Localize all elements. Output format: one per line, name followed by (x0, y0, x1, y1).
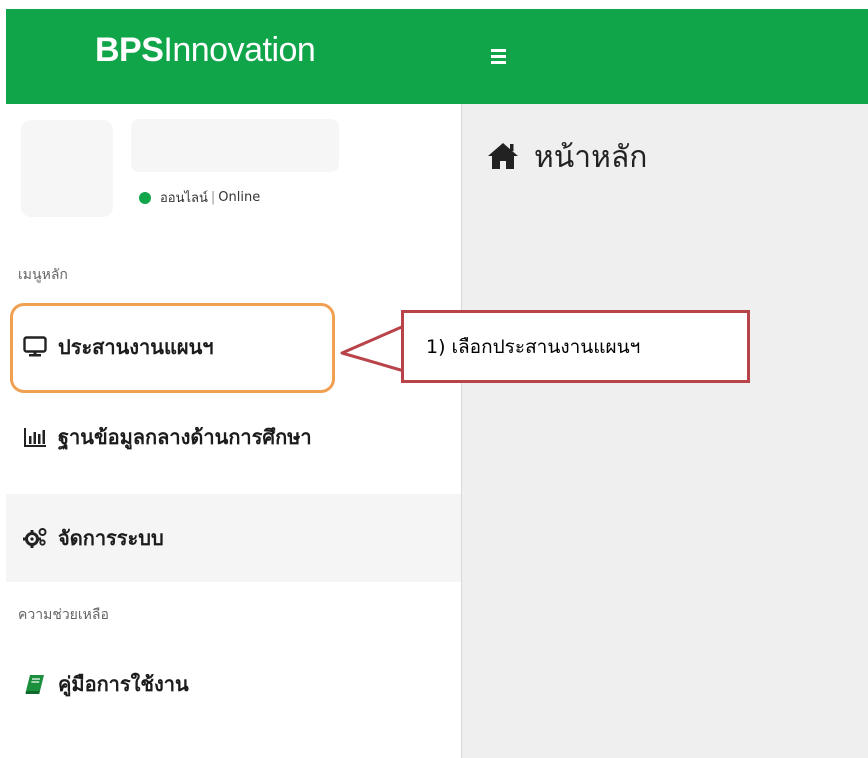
cogs-icon (23, 526, 47, 550)
user-name-placeholder (131, 119, 339, 172)
sidebar-item-education-database[interactable]: ฐานข้อมูลกลางด้านการศึกษา (6, 407, 461, 467)
sidebar-item-label: จัดการระบบ (58, 526, 164, 550)
bar-chart-icon (23, 425, 47, 449)
page-title-text: หน้าหลัก (534, 140, 648, 175)
status-en: Online (218, 190, 261, 205)
page-title: หน้าหลัก (486, 134, 647, 181)
status-dot-icon (139, 191, 151, 204)
sidebar-item-system-management[interactable]: จัดการระบบ (6, 494, 461, 582)
brand-logo[interactable]: BPSInnovation (6, 9, 461, 104)
sidebar-item-label: คู่มือการใช้งาน (58, 672, 189, 696)
online-status: ออนไลน์ | Online (139, 187, 260, 208)
main-menu-header: เมนูหลัก (18, 267, 68, 283)
brand-text: BPSInnovation (95, 31, 316, 70)
sidebar-item-label: ฐานข้อมูลกลางด้านการศึกษา (58, 425, 312, 449)
main-content (462, 104, 868, 758)
status-separator: | (210, 190, 216, 205)
annotation-callout: 1) เลือกประสานงานแผนฯ (401, 310, 750, 383)
home-icon (486, 141, 520, 175)
sidebar-item-user-manual[interactable]: คู่มือการใช้งาน (6, 654, 461, 714)
top-navbar: BPSInnovation (6, 9, 868, 104)
sidebar: ออนไลน์ | Online เมนูหลัก ประสานงานแผนฯ … (6, 104, 462, 758)
brand-bold: BPS (95, 31, 164, 69)
annotation-highlight (10, 303, 335, 393)
hamburger-icon[interactable] (491, 41, 513, 71)
status-thai: ออนไลน์ (160, 191, 208, 206)
annotation-text: 1) เลือกประสานงานแผนฯ (426, 335, 641, 358)
book-icon (23, 672, 47, 696)
help-header: ความช่วยเหลือ (18, 607, 109, 623)
brand-rest: Innovation (163, 31, 316, 69)
avatar (21, 120, 113, 217)
